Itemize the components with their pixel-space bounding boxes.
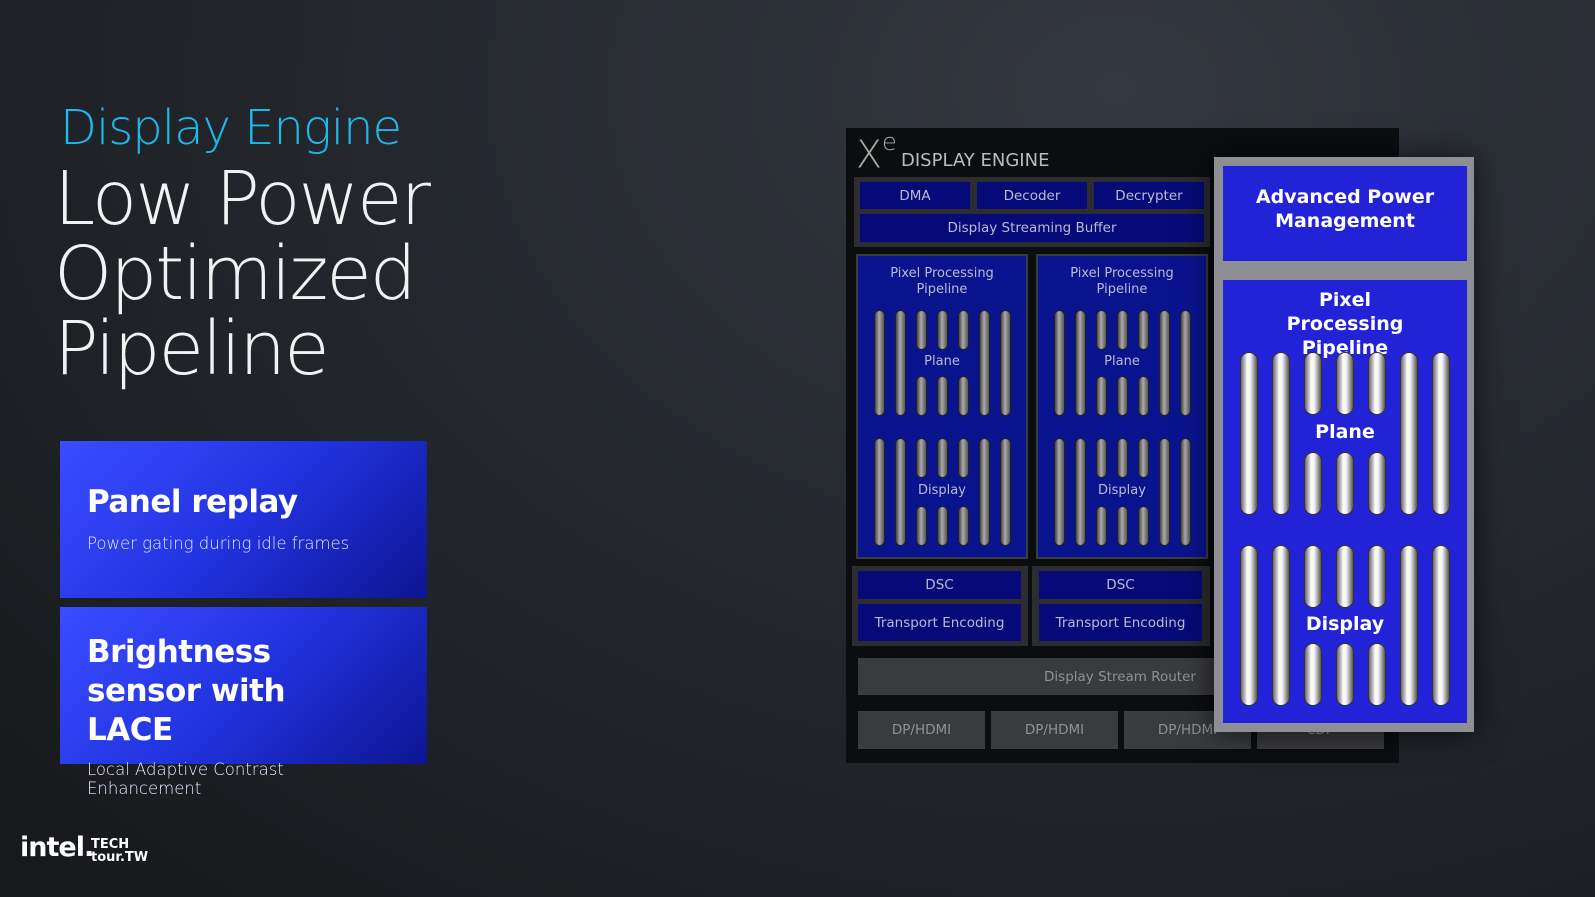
pipeline-lane bbox=[1096, 376, 1107, 416]
title-line: Low Power bbox=[54, 156, 431, 242]
pipeline-label: Pixel Processing Pipeline bbox=[890, 266, 994, 297]
advanced-power-management-block: Advanced Power Management bbox=[1223, 166, 1467, 261]
pipeline-lane bbox=[1336, 545, 1354, 608]
dsc-block: DSC bbox=[1039, 571, 1202, 599]
pixel-pipeline-2: Pixel Processing Pipeline Plane Display bbox=[1036, 254, 1208, 559]
port-block: DP/HDMI bbox=[991, 711, 1118, 749]
pipeline-lane bbox=[916, 438, 927, 478]
dsc-block: DSC bbox=[858, 571, 1021, 599]
feature-card-panel-replay: Panel replay Power gating during idle fr… bbox=[60, 441, 427, 598]
pipeline-lane bbox=[1117, 376, 1128, 416]
pipeline-lane bbox=[916, 310, 927, 350]
slide-kicker: Display Engine bbox=[60, 100, 402, 156]
pipeline-lane bbox=[1138, 506, 1149, 546]
pipeline-lane bbox=[1336, 452, 1354, 515]
pipeline-lane bbox=[937, 506, 948, 546]
pipeline-lane bbox=[1368, 643, 1386, 706]
pipeline-lane bbox=[1368, 452, 1386, 515]
pipeline-lane bbox=[916, 506, 927, 546]
pipeline-lane bbox=[937, 438, 948, 478]
card-title: Brightness sensor with LACE bbox=[87, 634, 286, 748]
techtour-logo: TECH tour.TW bbox=[91, 837, 149, 865]
pipeline-lane bbox=[958, 376, 969, 416]
pipeline-lane bbox=[1336, 352, 1354, 415]
plane-label: Plane bbox=[1104, 353, 1140, 369]
pipeline-lane bbox=[1138, 310, 1149, 350]
pipeline-label: Pixel Processing Pipeline bbox=[1070, 266, 1174, 297]
pipeline-lane bbox=[958, 506, 969, 546]
pipeline-lane bbox=[916, 376, 927, 416]
pipeline-lane bbox=[1368, 545, 1386, 608]
transport-encoding-block: Transport Encoding bbox=[858, 604, 1021, 641]
card-title: Panel replay bbox=[87, 484, 298, 520]
title-line: Optimized bbox=[54, 231, 417, 317]
slide-title: Low Power Optimized Pipeline bbox=[54, 156, 431, 392]
display-label: Display bbox=[918, 482, 966, 498]
pipeline-label: Pixel Processing Pipeline bbox=[1286, 289, 1404, 359]
card-subtitle: Local Adaptive Contrast Enhancement bbox=[87, 760, 284, 798]
diagram-title: DISPLAY ENGINE bbox=[901, 150, 1050, 171]
transport-encoding-block: Transport Encoding bbox=[1039, 604, 1202, 641]
decrypter-block: Decrypter bbox=[1094, 182, 1204, 209]
pipeline-lane bbox=[1096, 310, 1107, 350]
plane-label: Plane bbox=[1315, 421, 1375, 444]
intel-logo: intel. bbox=[20, 832, 94, 863]
card-subtitle: Power gating during idle frames bbox=[87, 534, 350, 553]
dma-block: DMA bbox=[860, 182, 970, 209]
pipeline-lane bbox=[1368, 352, 1386, 415]
port-block: DP/HDMI bbox=[858, 711, 985, 749]
pipeline-lane bbox=[1096, 438, 1107, 478]
pipeline-lane bbox=[1096, 506, 1107, 546]
pipeline-lane bbox=[937, 310, 948, 350]
xe-logo: Xe bbox=[856, 128, 897, 177]
feature-card-brightness: Brightness sensor with LACE Local Adapti… bbox=[60, 607, 427, 798]
pipeline-lane bbox=[958, 438, 969, 478]
pipeline-lane bbox=[1304, 452, 1322, 515]
plane-label: Plane bbox=[924, 353, 960, 369]
display-label: Display bbox=[1098, 482, 1146, 498]
pipeline-lane bbox=[1304, 545, 1322, 608]
pipeline-lane bbox=[1138, 376, 1149, 416]
pipeline-lane bbox=[1117, 506, 1128, 546]
highlight-pixel-pipeline: Pixel Processing Pipeline Plane Display bbox=[1223, 280, 1467, 723]
title-line: Pipeline bbox=[54, 306, 330, 392]
decoder-block: Decoder bbox=[977, 182, 1087, 209]
pipeline-lane bbox=[1138, 438, 1149, 478]
pipeline-lane bbox=[937, 376, 948, 416]
pipeline-lane bbox=[1117, 438, 1128, 478]
pipeline-lane bbox=[1117, 310, 1128, 350]
display-label: Display bbox=[1305, 613, 1385, 636]
pipeline-lane bbox=[1304, 352, 1322, 415]
pipeline-lane bbox=[1304, 643, 1322, 706]
pipeline-lane bbox=[1336, 643, 1354, 706]
pixel-pipeline-1: Pixel Processing Pipeline Plane Display bbox=[856, 254, 1028, 559]
pipeline-lane bbox=[958, 310, 969, 350]
buffer-block: Display Streaming Buffer bbox=[860, 214, 1204, 242]
